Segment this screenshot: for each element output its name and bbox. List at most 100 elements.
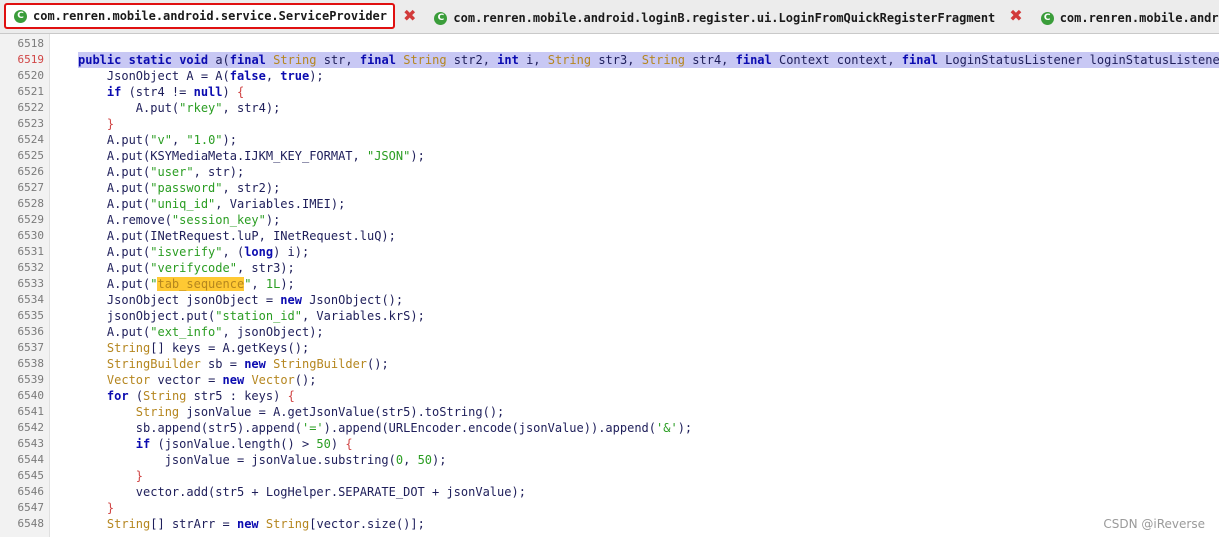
line-number: 6539 — [17, 373, 45, 386]
code-line[interactable]: 6520 JsonObject A = A(false, true); — [0, 68, 1219, 84]
line-number: 6546 — [17, 485, 45, 498]
line-number: 6525 — [17, 149, 45, 162]
code-text: } — [135, 469, 144, 483]
line-number: 6543 — [17, 437, 45, 450]
code-text: A.put("rkey", str4); — [78, 101, 281, 115]
code-line[interactable]: 6531 A.put("isverify", (long) i); — [0, 244, 1219, 260]
code-line[interactable]: 6537 String[] keys = A.getKeys(); — [0, 340, 1219, 356]
watermark: CSDN @iReverse — [1103, 517, 1205, 531]
tab-label: com.renren.mobile.android.lo — [1059, 11, 1219, 25]
code-line[interactable]: 6534 JsonObject jsonObject = new JsonObj… — [0, 292, 1219, 308]
code-text: String[] strArr = new String[vector.size… — [106, 517, 425, 531]
line-number: 6526 — [17, 165, 45, 178]
code-text: A.put("ext_info", jsonObject); — [78, 325, 324, 339]
line-number: 6536 — [17, 325, 45, 338]
line-number: 6521 — [17, 85, 45, 98]
code-line[interactable]: 6518 — [0, 36, 1219, 52]
line-number: 6544 — [17, 453, 45, 466]
line-number: 6530 — [17, 229, 45, 242]
code-text: jsonObject.put("station_id", Variables.k… — [78, 309, 425, 323]
class-icon: C — [1040, 11, 1054, 25]
close-tab-icon[interactable]: ✖ — [403, 8, 416, 24]
tab-service-provider[interactable]: C com.renren.mobile.android.service.Serv… — [4, 3, 396, 29]
code-text: Vector vector = new Vector(); — [106, 373, 317, 387]
code-text: A.put("isverify", (long) i); — [78, 245, 310, 259]
line-number: 6541 — [17, 405, 45, 418]
line-number: 6529 — [17, 213, 45, 226]
code-text: jsonValue = jsonValue.substring(0, 50); — [78, 453, 447, 467]
code-line[interactable]: 6530 A.put(INetRequest.luP, INetRequest.… — [0, 228, 1219, 244]
code-line[interactable]: 6521 if (str4 != null) { — [0, 84, 1219, 100]
tab-login-from-quick-register[interactable]: C com.renren.mobile.android.loginB.regis… — [426, 3, 1001, 33]
close-tab-icon[interactable]: ✖ — [1009, 8, 1022, 24]
line-number: 6527 — [17, 181, 45, 194]
line-number: 6537 — [17, 341, 45, 354]
code-line[interactable]: 6539 Vector vector = new Vector(); — [0, 372, 1219, 388]
code-line[interactable]: 6536 A.put("ext_info", jsonObject); — [0, 324, 1219, 340]
code-line[interactable]: 6543 if (jsonValue.length() > 50) { — [0, 436, 1219, 452]
code-line[interactable]: 6544 jsonValue = jsonValue.substring(0, … — [0, 452, 1219, 468]
code-text: if (str4 != null) { — [106, 85, 245, 99]
line-number: 6528 — [17, 197, 45, 210]
line-number: 6545 — [17, 469, 45, 482]
code-text: A.put(INetRequest.luP, INetRequest.luQ); — [78, 229, 396, 243]
line-number: 6519 — [17, 53, 45, 66]
line-number: 6531 — [17, 245, 45, 258]
code-text: for (String str5 : keys) { — [106, 389, 295, 403]
code-text: A.remove("session_key"); — [78, 213, 281, 227]
line-number: 6523 — [17, 117, 45, 130]
code-line[interactable]: 6545 } — [0, 468, 1219, 484]
code-line[interactable]: 6526 A.put("user", str); — [0, 164, 1219, 180]
code-line[interactable]: 6528 A.put("uniq_id", Variables.IMEI); — [0, 196, 1219, 212]
tab-label: com.renren.mobile.android.loginB.registe… — [453, 11, 996, 25]
line-number: 6548 — [17, 517, 45, 530]
code-text: } — [106, 501, 115, 515]
line-number: 6518 — [17, 37, 45, 50]
line-number: 6547 — [17, 501, 45, 514]
line-number: 6538 — [17, 357, 45, 370]
line-number: 6533 — [17, 277, 45, 290]
code-line[interactable]: 6546 vector.add(str5 + LogHelper.SEPARAT… — [0, 484, 1219, 500]
code-line[interactable]: 6535 jsonObject.put("station_id", Variab… — [0, 308, 1219, 324]
code-text: StringBuilder sb = new StringBuilder(); — [106, 357, 389, 371]
code-text: JsonObject jsonObject = new JsonObject()… — [78, 293, 404, 307]
code-editor[interactable]: 6518 6519 public static void a(final Strin… — [0, 34, 1219, 537]
code-line[interactable]: 6547 } — [0, 500, 1219, 516]
code-line[interactable]: 6533 A.put("tab_sequence", 1L); — [0, 276, 1219, 292]
line-number: 6540 — [17, 389, 45, 402]
code-line[interactable]: 6519 public static void a(final String st… — [0, 52, 1219, 68]
class-icon: C — [434, 11, 448, 25]
line-number: 6532 — [17, 261, 45, 274]
code-text: A.put("password", str2); — [78, 181, 281, 195]
code-line[interactable]: 6532 A.put("verifycode", str3); — [0, 260, 1219, 276]
line-number: 6534 — [17, 293, 45, 306]
tab-third[interactable]: C com.renren.mobile.android.lo — [1033, 3, 1219, 33]
code-line[interactable]: 6525 A.put(KSYMediaMeta.IJKM_KEY_FORMAT,… — [0, 148, 1219, 164]
line-number: 6520 — [17, 69, 45, 82]
code-text: vector.add(str5 + LogHelper.SEPARATE_DOT… — [78, 485, 526, 499]
code-line[interactable]: 6538 StringBuilder sb = new StringBuilde… — [0, 356, 1219, 372]
line-number: 6542 — [17, 421, 45, 434]
code-line[interactable]: 6527 A.put("password", str2); — [0, 180, 1219, 196]
code-lines: 6518 6519 public static void a(final Strin… — [0, 36, 1219, 532]
tab-label: com.renren.mobile.android.service.Servic… — [33, 9, 388, 23]
code-line[interactable]: 6548 String[] strArr = new String[vector… — [0, 516, 1219, 532]
code-line[interactable]: 6542 sb.append(str5).append('=').append(… — [0, 420, 1219, 436]
code-text: public static void a(final String str, f… — [78, 52, 1219, 68]
code-line[interactable]: 6541 String jsonValue = A.getJsonValue(s… — [0, 404, 1219, 420]
code-line[interactable]: 6540 for (String str5 : keys) { — [0, 388, 1219, 404]
code-line[interactable]: 6523 } — [0, 116, 1219, 132]
line-number: 6522 — [17, 101, 45, 114]
code-line[interactable]: 6522 A.put("rkey", str4); — [0, 100, 1219, 116]
code-text: A.put(KSYMediaMeta.IJKM_KEY_FORMAT, "JSO… — [78, 149, 425, 163]
code-text: sb.append(str5).append('=').append(URLEn… — [78, 421, 693, 435]
line-number: 6535 — [17, 309, 45, 322]
code-line[interactable]: 6529 A.remove("session_key"); — [0, 212, 1219, 228]
code-text: String jsonValue = A.getJsonValue(str5).… — [135, 405, 505, 419]
code-line[interactable]: 6524 A.put("v", "1.0"); — [0, 132, 1219, 148]
editor-tab-bar: C com.renren.mobile.android.service.Serv… — [0, 0, 1219, 34]
code-text: A.put("user", str); — [78, 165, 245, 179]
code-text: String[] keys = A.getKeys(); — [106, 341, 310, 355]
code-text: } — [106, 117, 115, 131]
code-text: A.put("v", "1.0"); — [78, 133, 237, 147]
